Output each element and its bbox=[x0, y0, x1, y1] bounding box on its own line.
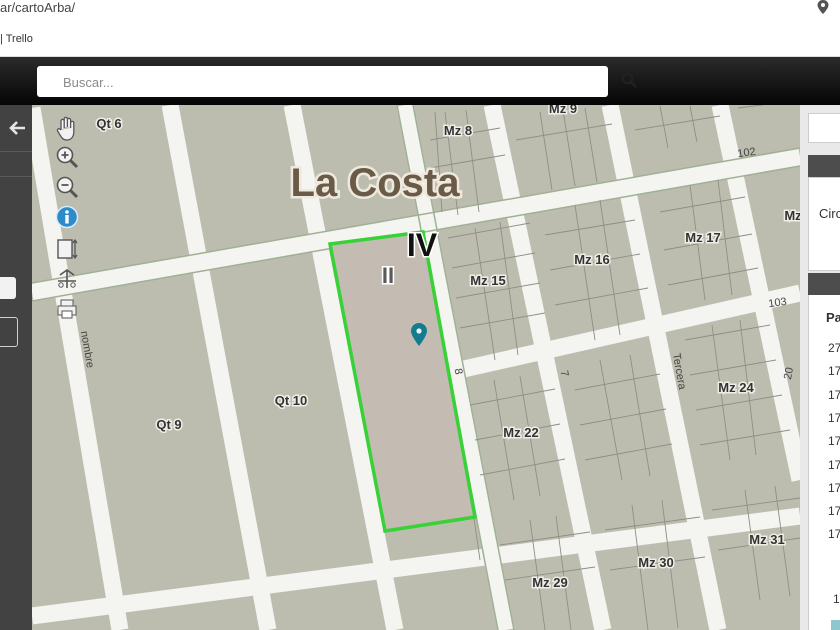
panel-input[interactable] bbox=[0, 317, 18, 347]
table-row[interactable]: 17 bbox=[828, 504, 840, 518]
block-label: Mz 30 bbox=[638, 555, 673, 570]
block-label: Mz 31 bbox=[749, 532, 784, 547]
search-input[interactable] bbox=[61, 72, 565, 92]
table-row[interactable]: 17 bbox=[828, 388, 840, 402]
panel-section-header bbox=[808, 155, 840, 177]
bookmark-trello[interactable]: | Trello bbox=[0, 33, 33, 45]
block-label: Mz bbox=[784, 208, 800, 223]
map-canvas[interactable]: La Costa IV II Qt 6 Mz 8 Mz 9 Mz 17 Mz 16 Mz 15 M… bbox=[32, 105, 800, 630]
block-label: Mz 16 bbox=[574, 252, 609, 267]
zoom-in-tool[interactable] bbox=[52, 143, 82, 171]
block-label: Mz 29 bbox=[532, 575, 567, 590]
panel-header-bar bbox=[808, 113, 840, 143]
street-label: 20 bbox=[782, 366, 796, 380]
zoom-out-tool[interactable] bbox=[52, 173, 82, 201]
measure-tool[interactable] bbox=[52, 235, 82, 263]
pagination-number[interactable]: 1 bbox=[833, 592, 840, 606]
circ-label: Circ bbox=[819, 206, 840, 221]
measure-icon[interactable] bbox=[55, 237, 79, 261]
table-row[interactable]: 17 bbox=[828, 481, 840, 495]
zoom-out-icon[interactable] bbox=[55, 175, 79, 199]
block-label: Mz 15 bbox=[470, 273, 505, 288]
panel-dropdown[interactable] bbox=[0, 277, 16, 299]
parcel-label: IV bbox=[407, 227, 438, 263]
zoom-in-icon[interactable] bbox=[55, 145, 79, 169]
table-row[interactable]: 17 bbox=[828, 364, 840, 378]
location-pin-icon[interactable] bbox=[816, 0, 830, 15]
pan-tool[interactable] bbox=[52, 115, 82, 143]
panel-divider bbox=[0, 151, 32, 152]
hand-pan-icon[interactable] bbox=[55, 116, 79, 142]
bookmarks-bar: | Trello bbox=[0, 22, 840, 57]
print-icon[interactable] bbox=[55, 297, 79, 321]
block-label: Mz 9 bbox=[549, 105, 577, 116]
block-label: Qt 9 bbox=[156, 417, 181, 432]
block-label: Mz 24 bbox=[718, 380, 754, 395]
back-arrow-icon[interactable] bbox=[9, 119, 27, 137]
search-icon[interactable] bbox=[621, 72, 637, 88]
table-column-header: Pa bbox=[826, 310, 840, 325]
parcel-info-panel: Circ Pa 27 17 17 17 17 17 17 17 17 1 bbox=[800, 105, 840, 630]
parcel-label: II bbox=[382, 263, 394, 288]
table-row[interactable]: 17 bbox=[828, 527, 840, 541]
search-box[interactable] bbox=[37, 66, 637, 97]
table-row[interactable]: 17 bbox=[828, 434, 840, 448]
info-icon[interactable] bbox=[55, 205, 79, 229]
block-label: Mz 22 bbox=[503, 425, 538, 440]
block-label: Mz 8 bbox=[444, 123, 472, 138]
url-text[interactable]: ar/cartoArba/ bbox=[0, 0, 75, 15]
info-tool[interactable] bbox=[52, 203, 82, 231]
map-toolbar bbox=[52, 115, 82, 325]
table-row[interactable]: 17 bbox=[828, 411, 840, 425]
panel-section-body bbox=[808, 177, 840, 271]
town-name-label: La Costa bbox=[291, 161, 461, 205]
panel-section-header bbox=[808, 273, 840, 295]
left-side-panel bbox=[0, 105, 32, 630]
street-label: 103 bbox=[768, 296, 788, 310]
block-label: Qt 6 bbox=[96, 116, 121, 131]
street-label: 102 bbox=[737, 146, 757, 160]
block-label: Mz 17 bbox=[685, 230, 720, 245]
split-tool[interactable] bbox=[52, 265, 82, 293]
table-row[interactable]: 27 bbox=[828, 341, 840, 355]
split-icon[interactable] bbox=[55, 267, 79, 291]
browser-url-bar[interactable]: ar/cartoArba/ bbox=[0, 0, 840, 22]
table-row[interactable]: 17 bbox=[828, 458, 840, 472]
panel-divider bbox=[0, 176, 32, 177]
print-tool[interactable] bbox=[52, 295, 82, 323]
cadastral-map[interactable]: La Costa IV II Qt 6 Mz 8 Mz 9 Mz 17 Mz 16 Mz 15 M… bbox=[32, 105, 800, 630]
block-label: Qt 10 bbox=[275, 393, 308, 408]
panel-footer-button[interactable] bbox=[831, 620, 840, 630]
